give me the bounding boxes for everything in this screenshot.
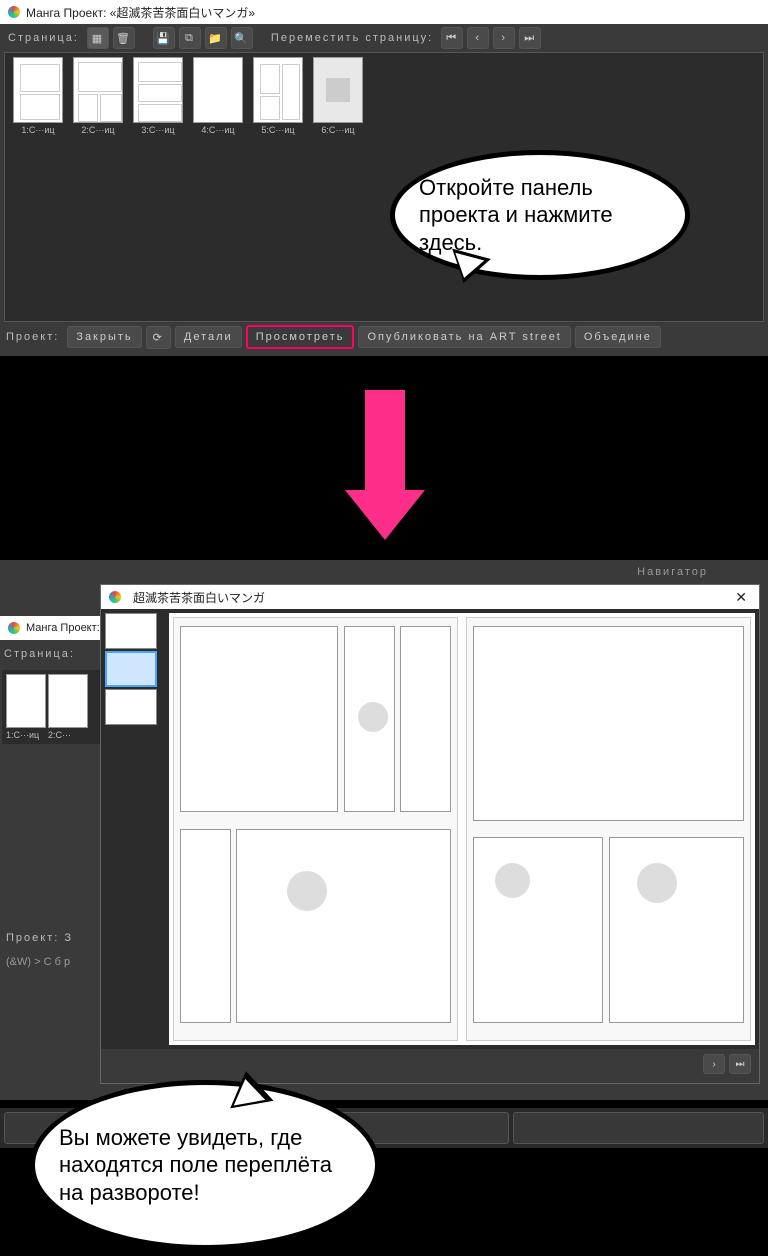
preview-dialog: 超滅茶苦茶面白いマンガ ✕	[100, 584, 760, 1084]
dialog-titlebar: 超滅茶苦茶面白いマンガ ✕	[101, 585, 759, 609]
copy-button[interactable]: ⧉	[179, 27, 201, 49]
publish-button[interactable]: Опубликовать на ART street	[358, 326, 570, 348]
page-thumb[interactable]: 4:С···иц	[189, 57, 247, 135]
move-prev-button[interactable]: ‹	[467, 27, 489, 49]
titlebar: Манга Проект: «超滅茶苦茶面白いマンガ»	[0, 0, 768, 24]
save-button[interactable]: 💾	[153, 27, 175, 49]
refresh-button[interactable]: ⟳	[146, 326, 171, 349]
next-button[interactable]: ›	[703, 1054, 725, 1074]
app-icon	[8, 622, 20, 634]
project-toolbar: Проект: Закрыть ⟳ Детали Просмотреть Опу…	[0, 322, 768, 352]
window-title: Манга Проект: «超滅茶苦茶面白いマンガ»	[26, 4, 255, 21]
spread-thumb[interactable]	[105, 689, 157, 725]
merge-button[interactable]: Объедине	[575, 326, 661, 348]
callout-text: Вы можете увидеть, где находятся поле пе…	[59, 1124, 351, 1207]
window-title-partial: Манга Проект:	[26, 622, 100, 634]
preview-button[interactable]: Просмотреть	[246, 325, 355, 349]
navigator-label: Навигатор	[637, 566, 708, 578]
search-icon: 🔍	[234, 32, 250, 45]
page-thumb[interactable]: 2:С···иц	[69, 57, 127, 135]
close-button[interactable]: Закрыть	[67, 326, 141, 348]
details-button[interactable]: Детали	[175, 326, 242, 348]
dialog-title: 超滅茶苦茶面白いマンガ	[133, 589, 265, 606]
next-icon: ›	[501, 32, 507, 44]
page-thumb[interactable]: 1:С···иц	[6, 674, 46, 740]
page-thumb[interactable]: 2:С···	[48, 674, 88, 740]
folder-icon: 📁	[208, 32, 224, 45]
spread-preview[interactable]	[169, 613, 755, 1045]
prev-icon: ‹	[475, 32, 481, 44]
save-icon: 💾	[156, 32, 172, 45]
page-thumb[interactable]: 6:С···иц	[309, 57, 367, 135]
move-last-button[interactable]: ⏭	[519, 27, 541, 49]
page-thumb[interactable]: 1:С···иц	[9, 57, 67, 135]
spread-thumbnails	[105, 613, 165, 1045]
new-page-button[interactable]: ▦	[87, 27, 109, 49]
first-icon: ⏮	[446, 32, 458, 45]
app-icon	[109, 591, 121, 603]
footer-tab[interactable]	[513, 1112, 764, 1144]
trash-icon: 🗑	[116, 32, 132, 45]
spread-thumb[interactable]	[105, 613, 157, 649]
spread-thumb-selected[interactable]	[105, 651, 157, 687]
callout-bubble-1: Откройте панель проекта и нажмите здесь.	[390, 150, 690, 280]
page-toolbar: Страница: ▦ 🗑 💾 ⧉ 📁 🔍 Переместить страни…	[0, 24, 768, 52]
move-next-button[interactable]: ›	[493, 27, 515, 49]
preview-body	[101, 609, 759, 1049]
page-label: Страница:	[4, 648, 75, 660]
close-icon[interactable]: ✕	[731, 589, 751, 606]
preview-footer: › ⏭	[101, 1049, 759, 1079]
preview-result-panel: Навигатор Манга Проект: Страница: 1:С···…	[0, 560, 768, 1100]
manga-page-right	[466, 617, 751, 1041]
grid-icon: ▦	[92, 32, 104, 45]
callout-bubble-2: Вы можете увидеть, где находятся поле пе…	[30, 1080, 380, 1250]
arrow-down-icon	[350, 390, 420, 540]
folder-button[interactable]: 📁	[205, 27, 227, 49]
manga-page-left	[173, 617, 458, 1041]
project-label: Проект:	[6, 331, 59, 343]
app-icon	[8, 6, 20, 18]
search-button[interactable]: 🔍	[231, 27, 253, 49]
last-button[interactable]: ⏭	[729, 1054, 751, 1074]
page-thumb[interactable]: 3:С···иц	[129, 57, 187, 135]
close-button-partial[interactable]: З	[64, 932, 73, 944]
project-label: Проект:	[6, 932, 59, 944]
copy-icon: ⧉	[185, 32, 195, 45]
last-icon: ⏭	[524, 32, 536, 45]
delete-page-button[interactable]: 🗑	[113, 27, 135, 49]
page-thumb[interactable]: 5:С···иц	[249, 57, 307, 135]
move-label: Переместить страницу:	[271, 32, 433, 44]
move-first-button[interactable]: ⏮	[441, 27, 463, 49]
page-label: Страница:	[8, 32, 79, 44]
callout-text: Откройте панель проекта и нажмите здесь.	[419, 174, 661, 257]
